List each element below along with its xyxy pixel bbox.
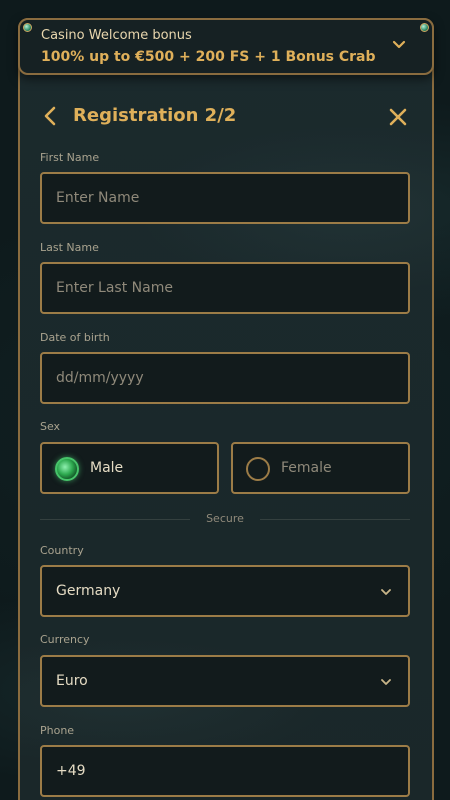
last-name-field[interactable] xyxy=(40,262,410,314)
dob-input[interactable] xyxy=(42,354,408,402)
sex-option-female[interactable]: Female xyxy=(231,442,410,494)
first-name-field[interactable] xyxy=(40,172,410,224)
sex-label: Sex xyxy=(40,420,61,433)
country-value: Germany xyxy=(56,583,121,599)
currency-value: Euro xyxy=(56,673,88,689)
secure-divider: Secure xyxy=(40,511,410,527)
country-label: Country xyxy=(40,544,84,557)
sex-option-label: Female xyxy=(281,460,332,476)
page-title: Registration 2/2 xyxy=(73,105,237,126)
currency-select[interactable]: Euro xyxy=(40,655,410,707)
phone-value[interactable]: +49 xyxy=(56,763,86,779)
close-icon[interactable] xyxy=(388,107,408,127)
dob-field[interactable] xyxy=(40,352,410,404)
radio-unselected-icon[interactable] xyxy=(246,457,270,481)
first-name-label: First Name xyxy=(40,151,100,164)
bonus-offer: 100% up to €500 + 200 FS + 1 Bonus Crab xyxy=(41,49,376,65)
registration-header: Registration 2/2 xyxy=(40,100,410,134)
gem-ornament-icon xyxy=(420,23,429,32)
first-name-input[interactable] xyxy=(42,174,408,222)
sex-option-male[interactable]: Male xyxy=(40,442,219,494)
gem-ornament-icon xyxy=(23,23,32,32)
bonus-title: Casino Welcome bonus xyxy=(41,28,192,43)
last-name-input[interactable] xyxy=(42,264,408,312)
back-icon[interactable] xyxy=(42,106,58,126)
chevron-down-icon xyxy=(381,589,391,595)
country-select[interactable]: Germany xyxy=(40,565,410,617)
chevron-down-icon xyxy=(381,679,391,685)
radio-selected-icon[interactable] xyxy=(55,457,79,481)
phone-label: Phone xyxy=(40,724,75,737)
currency-label: Currency xyxy=(40,633,90,646)
dob-label: Date of birth xyxy=(40,331,110,344)
welcome-bonus-banner[interactable]: Casino Welcome bonus 100% up to €500 + 2… xyxy=(18,18,434,75)
sex-option-label: Male xyxy=(90,460,124,476)
phone-field[interactable]: +49 xyxy=(40,745,410,797)
chevron-down-icon[interactable] xyxy=(392,40,406,50)
last-name-label: Last Name xyxy=(40,241,99,254)
